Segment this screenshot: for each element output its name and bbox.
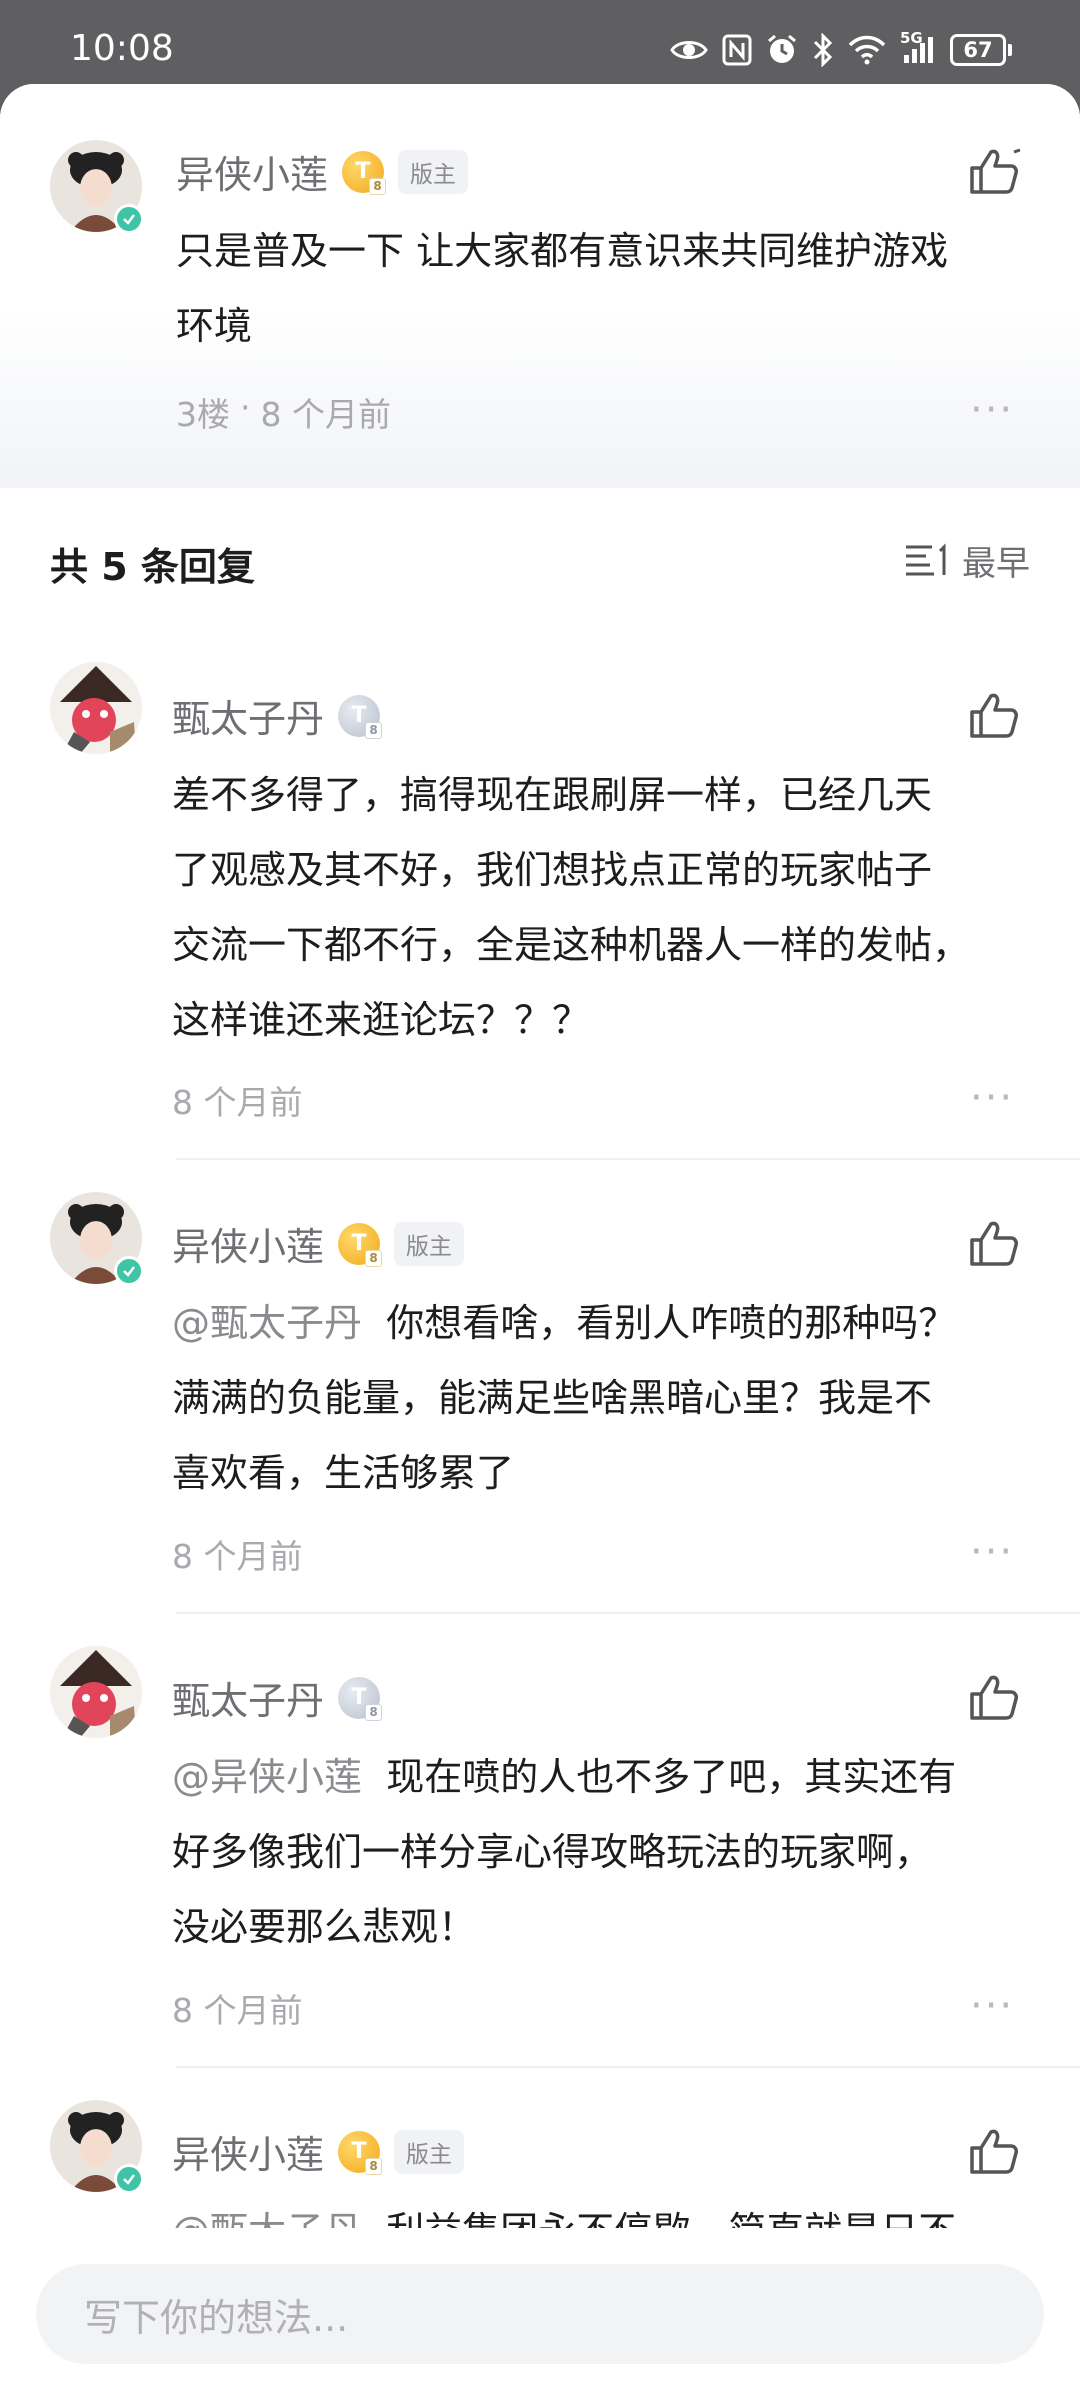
main-comment: 异侠小莲 T 8 版主 只是普及一下 让大家都有意识来共同维护游戏 环境 3楼 … xyxy=(0,84,1080,488)
like-button[interactable] xyxy=(966,688,1018,740)
moderator-tag: 版主 xyxy=(398,149,469,194)
thumbs-up-icon xyxy=(970,693,1018,738)
comment-input[interactable]: 写下你的想法... xyxy=(36,2264,1044,2364)
level-badge: T 8 xyxy=(342,150,387,195)
more-options-button[interactable]: ··· xyxy=(970,1078,1014,1118)
timestamp: 8 个月前 xyxy=(172,1083,303,1122)
verified-icon xyxy=(114,1256,144,1286)
status-icons: 5G 67 xyxy=(670,28,1012,72)
timestamp: 8 个月前 xyxy=(172,1537,303,1576)
verified-icon xyxy=(114,2164,144,2194)
level-badge: T 8 xyxy=(338,1676,383,1721)
username[interactable]: 甄太子丹 xyxy=(172,688,324,743)
more-options-button[interactable]: ··· xyxy=(970,390,1014,430)
reply-body: 差不多得了，搞得现在跟刷屏一样，已经几天 了观感及其不好，我们想找点正常的玩家帖… xyxy=(172,773,971,1042)
avatar[interactable] xyxy=(50,140,144,234)
thumbs-up-icon xyxy=(970,148,1021,194)
author-row: 异侠小莲 T 8 版主 xyxy=(176,144,469,199)
reply-body: @异侠小莲 现在喷的人也不多了吧，其实还有 好多像我们一样分享心得攻略玩法的玩家… xyxy=(172,1755,957,1949)
sort-toggle[interactable]: 最早 xyxy=(904,536,1030,585)
username[interactable]: 异侠小莲 xyxy=(172,2124,324,2179)
avatar[interactable] xyxy=(50,1646,142,1738)
alarm-icon xyxy=(766,34,798,66)
username[interactable]: 甄太子丹 xyxy=(172,1670,324,1725)
author-row: 甄太子丹 T 8 xyxy=(172,1670,383,1725)
divider xyxy=(176,1612,1080,1614)
avatar[interactable] xyxy=(50,662,142,754)
thumbs-up-icon xyxy=(970,1675,1018,1720)
status-time: 10:08 xyxy=(70,28,174,69)
signal-icon: 5G xyxy=(900,29,936,65)
reply-body: @甄太子丹 你想看啥，看别人咋喷的那种吗？ 满满的负能量，能满足些啥黑暗心里？我… xyxy=(172,1301,957,1495)
divider xyxy=(176,1158,1080,1160)
verified-icon xyxy=(114,204,144,234)
more-options-button[interactable]: ··· xyxy=(970,1986,1014,2026)
timestamp: 8 个月前 xyxy=(260,395,392,434)
author-row: 甄太子丹 T 8 xyxy=(172,688,383,743)
nfc-icon xyxy=(722,34,752,66)
avatar[interactable] xyxy=(50,1192,144,1286)
timestamp: 8 个月前 xyxy=(172,1991,303,2030)
wifi-icon xyxy=(848,35,886,65)
comment-sheet: 异侠小莲 T 8 版主 只是普及一下 让大家都有意识来共同维护游戏 环境 3楼 … xyxy=(0,84,1080,2400)
mention-link[interactable]: @甄太子丹 xyxy=(172,1301,362,1345)
thumbs-up-icon xyxy=(970,2129,1018,2174)
level-badge: T 8 xyxy=(338,694,383,739)
more-options-button[interactable]: ··· xyxy=(970,1532,1014,1572)
author-row: 异侠小莲 T 8 版主 xyxy=(172,2124,465,2179)
comment-meta: 3楼 · 8 个月前 xyxy=(176,388,392,434)
comment-body: 只是普及一下 让大家都有意识来共同维护游戏 环境 xyxy=(176,229,949,348)
composer-bar: 写下你的想法... xyxy=(0,2228,1080,2400)
username[interactable]: 异侠小莲 xyxy=(176,144,328,199)
replies-count-title: 共 5 条回复 xyxy=(50,545,255,589)
like-button[interactable] xyxy=(966,1670,1018,1722)
avatar[interactable] xyxy=(50,2100,144,2194)
level-badge: T 8 xyxy=(338,1222,383,1267)
sort-label: 最早 xyxy=(962,544,1030,584)
bluetooth-icon xyxy=(812,33,834,67)
sort-icon xyxy=(906,542,946,575)
username[interactable]: 异侠小莲 xyxy=(172,1216,324,1271)
level-badge: T 8 xyxy=(338,2130,383,2175)
author-row: 异侠小莲 T 8 版主 xyxy=(172,1216,465,1271)
divider xyxy=(176,2066,1080,2068)
mention-link[interactable]: @异侠小莲 xyxy=(172,1755,362,1799)
like-button[interactable] xyxy=(966,1216,1018,1268)
like-button[interactable] xyxy=(966,2124,1018,2176)
battery-icon: 67 xyxy=(950,34,1012,66)
moderator-tag: 版主 xyxy=(394,2129,465,2174)
like-button[interactable] xyxy=(966,144,1021,196)
eye-icon xyxy=(670,36,708,64)
floor-number: 3楼 xyxy=(176,395,230,434)
moderator-tag: 版主 xyxy=(394,1221,465,1266)
thumbs-up-icon xyxy=(970,1221,1018,1266)
